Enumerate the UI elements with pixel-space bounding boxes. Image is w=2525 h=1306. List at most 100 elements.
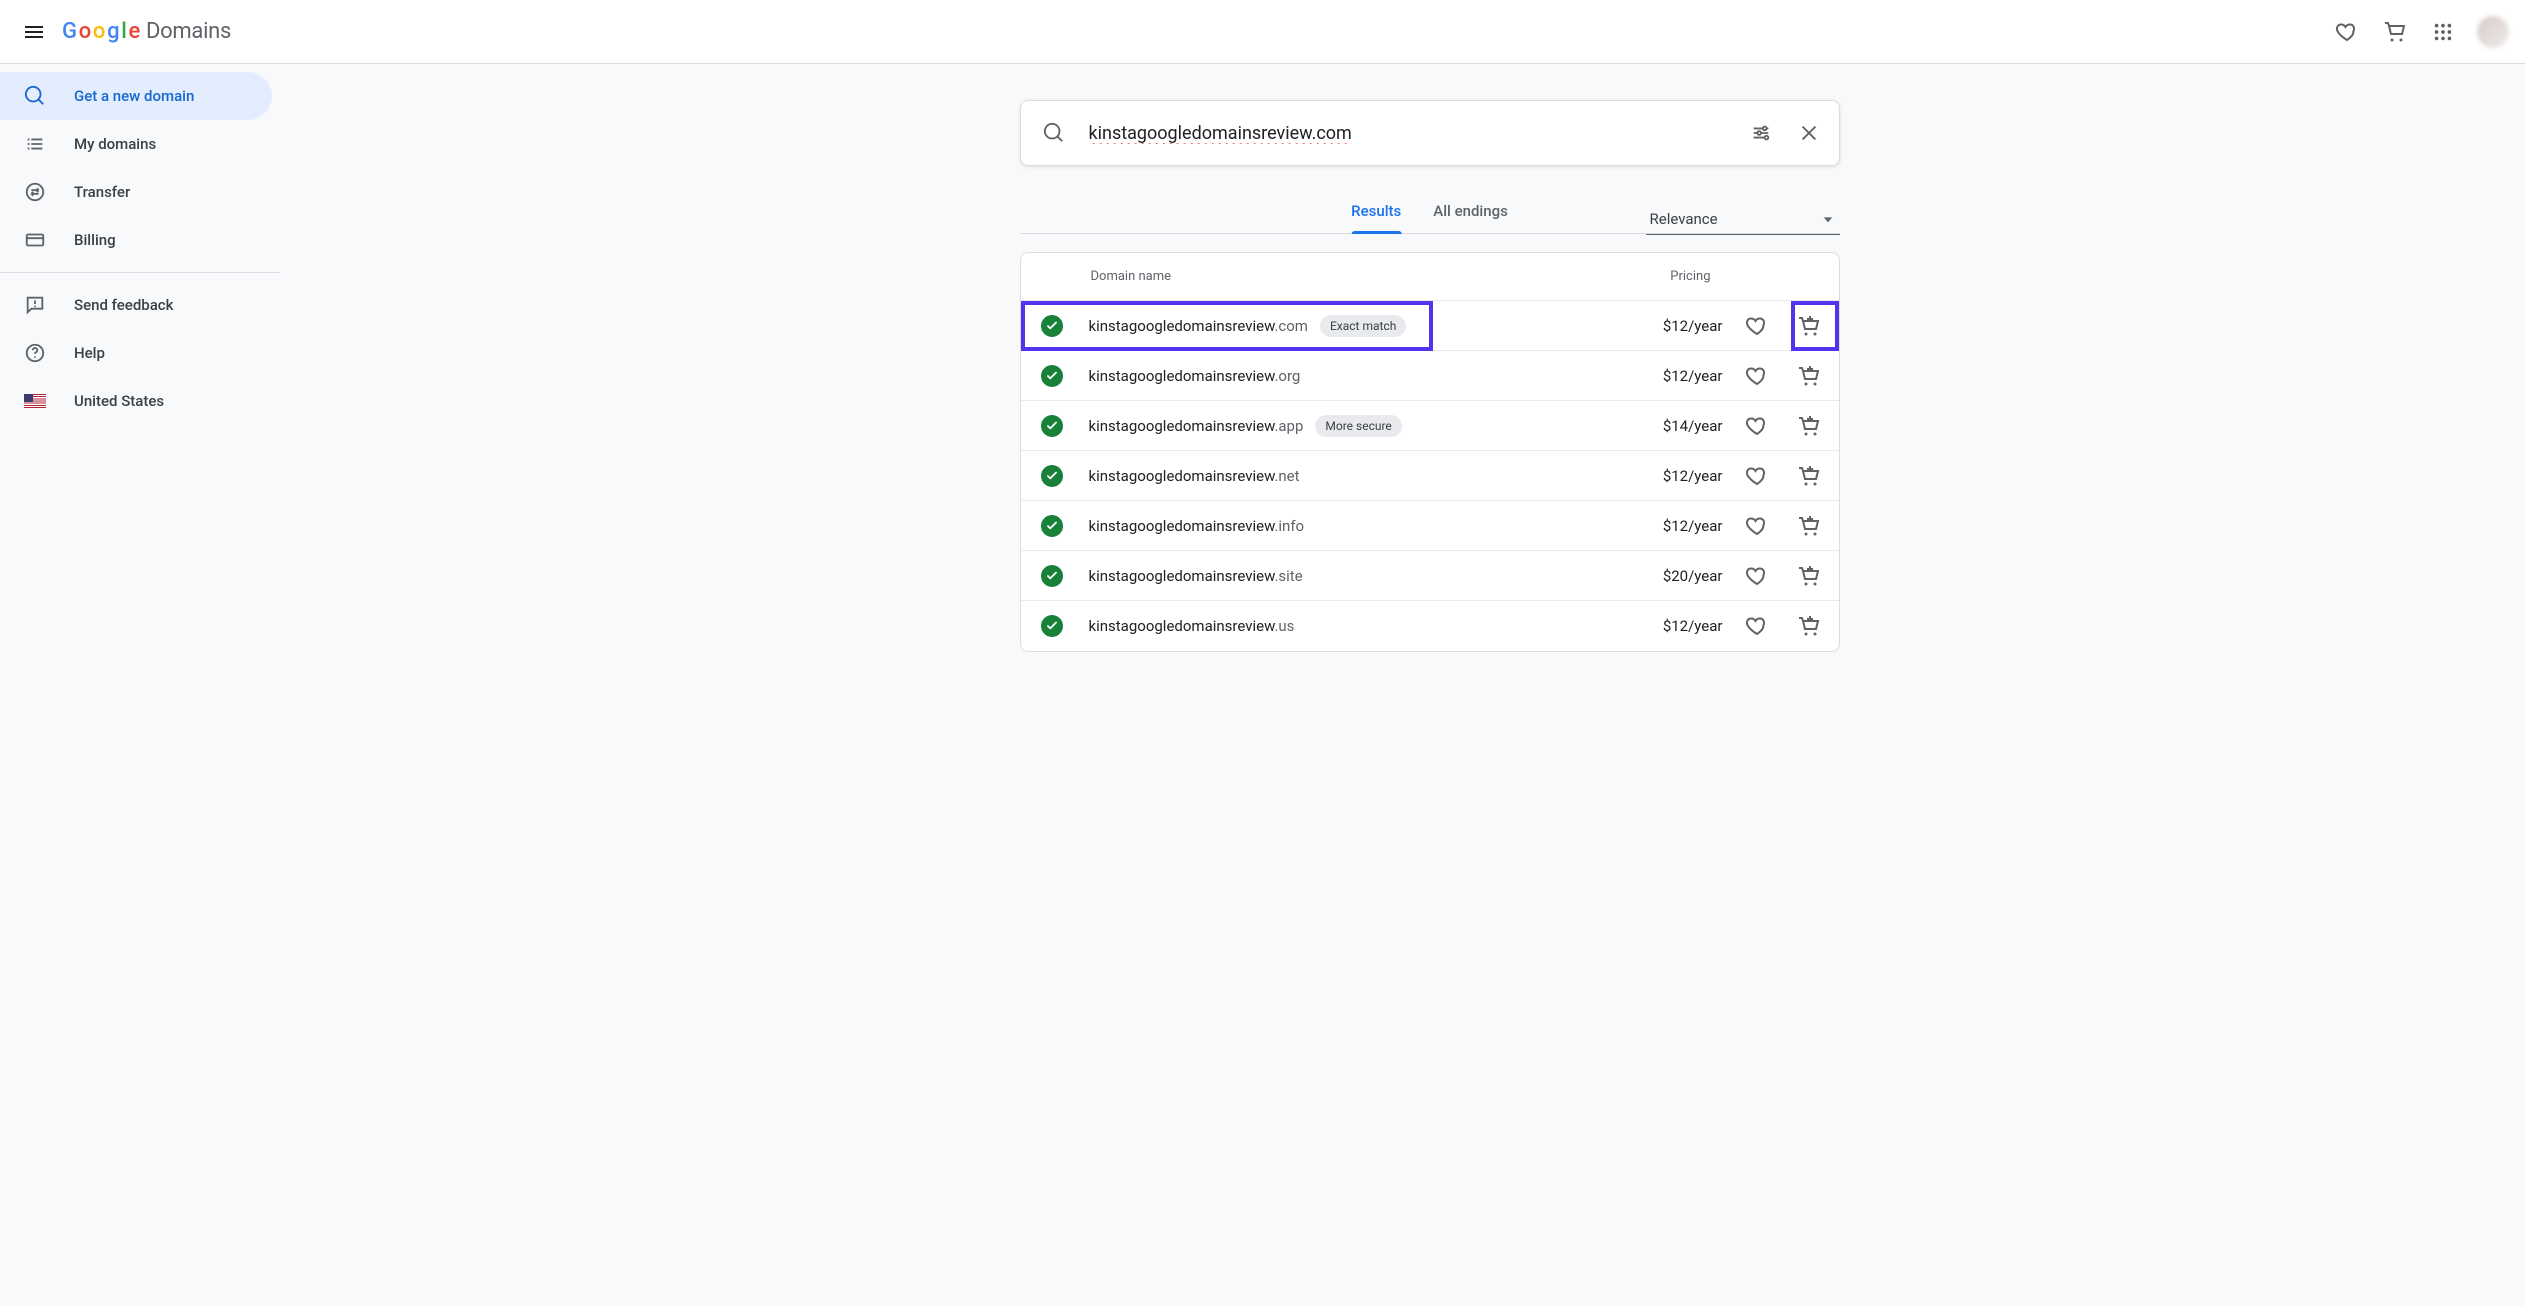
favorite-button[interactable] [1739, 358, 1775, 394]
result-row[interactable]: kinstagoogledomainsreview.us $12/year [1021, 601, 1839, 651]
results-controls: Results All endings Relevance [1020, 190, 1840, 234]
sidebar-item-label: United States [74, 392, 164, 410]
clear-search-button[interactable] [1789, 113, 1829, 153]
add-to-cart-button[interactable] [1791, 608, 1827, 644]
feedback-icon [24, 294, 46, 316]
price: $20/year [1663, 567, 1723, 585]
result-row[interactable]: kinstagoogledomainsreview.app More secur… [1021, 401, 1839, 451]
search-filters-button[interactable] [1741, 113, 1781, 153]
sidebar-item-label: Transfer [74, 183, 130, 201]
domain-name: kinstagoogledomainsreview.site [1089, 567, 1303, 585]
favorites-button[interactable] [2325, 10, 2369, 54]
domain-name: kinstagoogledomainsreview.com [1089, 317, 1308, 335]
heart-icon [1745, 614, 1769, 638]
add-to-cart-button[interactable] [1791, 558, 1827, 594]
favorite-button[interactable] [1739, 458, 1775, 494]
add-cart-icon [1797, 414, 1821, 438]
search-icon [1043, 122, 1065, 144]
favorite-button[interactable] [1739, 558, 1775, 594]
available-icon [1041, 565, 1063, 587]
available-icon [1041, 365, 1063, 387]
sidebar-item-my-domains[interactable]: My domains [0, 120, 272, 168]
add-to-cart-button[interactable] [1791, 308, 1827, 344]
favorite-button[interactable] [1739, 308, 1775, 344]
add-to-cart-button[interactable] [1791, 458, 1827, 494]
result-row[interactable]: kinstagoogledomainsreview.org $12/year [1021, 351, 1839, 401]
add-cart-icon [1797, 614, 1821, 638]
google-apps-button[interactable] [2421, 10, 2465, 54]
sidebar-item-help[interactable]: Help [0, 329, 272, 377]
favorite-button[interactable] [1739, 508, 1775, 544]
available-icon [1041, 515, 1063, 537]
domain-search-input[interactable] [1087, 122, 1733, 145]
price: $14/year [1663, 417, 1723, 435]
add-cart-icon [1797, 514, 1821, 538]
favorite-button[interactable] [1739, 408, 1775, 444]
add-cart-icon [1797, 364, 1821, 388]
result-row[interactable]: kinstagoogledomainsreview.com Exact matc… [1021, 301, 1839, 351]
product-logo[interactable]: Google Domains [62, 19, 231, 44]
heart-icon [1745, 314, 1769, 338]
result-row[interactable]: kinstagoogledomainsreview.info $12/year [1021, 501, 1839, 551]
available-icon [1041, 415, 1063, 437]
sidebar-divider [0, 272, 280, 273]
more-secure-badge: More secure [1315, 415, 1401, 437]
available-icon [1041, 315, 1063, 337]
sidebar-item-get-domain[interactable]: Get a new domain [0, 72, 272, 120]
tab-all-endings[interactable]: All endings [1433, 189, 1508, 233]
price: $12/year [1663, 517, 1723, 535]
col-domain-name: Domain name [1091, 269, 1172, 284]
add-cart-icon [1797, 564, 1821, 588]
tab-results[interactable]: Results [1351, 189, 1401, 233]
domain-name: kinstagoogledomainsreview.net [1089, 467, 1300, 485]
price: $12/year [1663, 367, 1723, 385]
sidebar-item-feedback[interactable]: Send feedback [0, 281, 272, 329]
heart-icon [1745, 414, 1769, 438]
sidebar-item-label: Send feedback [74, 296, 173, 314]
sidebar: Get a new domain My domains Transfer Bil… [0, 64, 280, 1306]
product-name: Domains [146, 19, 231, 44]
help-icon [24, 342, 46, 364]
results-header-row: Domain name Pricing [1021, 253, 1839, 301]
add-to-cart-button[interactable] [1791, 508, 1827, 544]
search-icon [24, 85, 46, 107]
heart-icon [1745, 464, 1769, 488]
price: $12/year [1663, 467, 1723, 485]
sort-label: Relevance [1650, 210, 1718, 228]
apps-icon [2432, 21, 2454, 43]
col-pricing: Pricing [1670, 269, 1710, 284]
sidebar-item-label: Help [74, 344, 105, 362]
list-icon [24, 133, 46, 155]
main-content: Results All endings Relevance Domain nam… [280, 64, 2525, 1306]
result-row[interactable]: kinstagoogledomainsreview.net $12/year [1021, 451, 1839, 501]
results-table: Domain name Pricing kinstagoogledomainsr… [1020, 252, 1840, 652]
account-avatar[interactable] [2477, 16, 2509, 48]
sidebar-item-country[interactable]: United States [0, 377, 272, 425]
add-to-cart-button[interactable] [1791, 358, 1827, 394]
price: $12/year [1663, 317, 1723, 335]
main-menu-button[interactable] [12, 10, 56, 54]
sidebar-item-label: Billing [74, 231, 116, 249]
sort-select[interactable]: Relevance [1646, 203, 1840, 235]
sidebar-item-billing[interactable]: Billing [0, 216, 272, 264]
sidebar-item-label: Get a new domain [74, 87, 194, 105]
add-to-cart-button[interactable] [1791, 408, 1827, 444]
favorite-button[interactable] [1739, 608, 1775, 644]
heart-icon [2335, 20, 2359, 44]
add-cart-icon [1797, 464, 1821, 488]
cart-button[interactable] [2373, 10, 2417, 54]
domain-name: kinstagoogledomainsreview.us [1089, 617, 1295, 635]
search-bar [1020, 100, 1840, 166]
close-icon [1798, 122, 1820, 144]
sidebar-item-transfer[interactable]: Transfer [0, 168, 272, 216]
add-cart-icon [1797, 314, 1821, 338]
domain-name: kinstagoogledomainsreview.org [1089, 367, 1301, 385]
domain-name: kinstagoogledomainsreview.info [1089, 517, 1305, 535]
tune-icon [1750, 122, 1772, 144]
transfer-icon [24, 181, 46, 203]
cart-icon [2383, 20, 2407, 44]
app-header: Google Domains [0, 0, 2525, 64]
available-icon [1041, 615, 1063, 637]
result-row[interactable]: kinstagoogledomainsreview.site $20/year [1021, 551, 1839, 601]
heart-icon [1745, 364, 1769, 388]
